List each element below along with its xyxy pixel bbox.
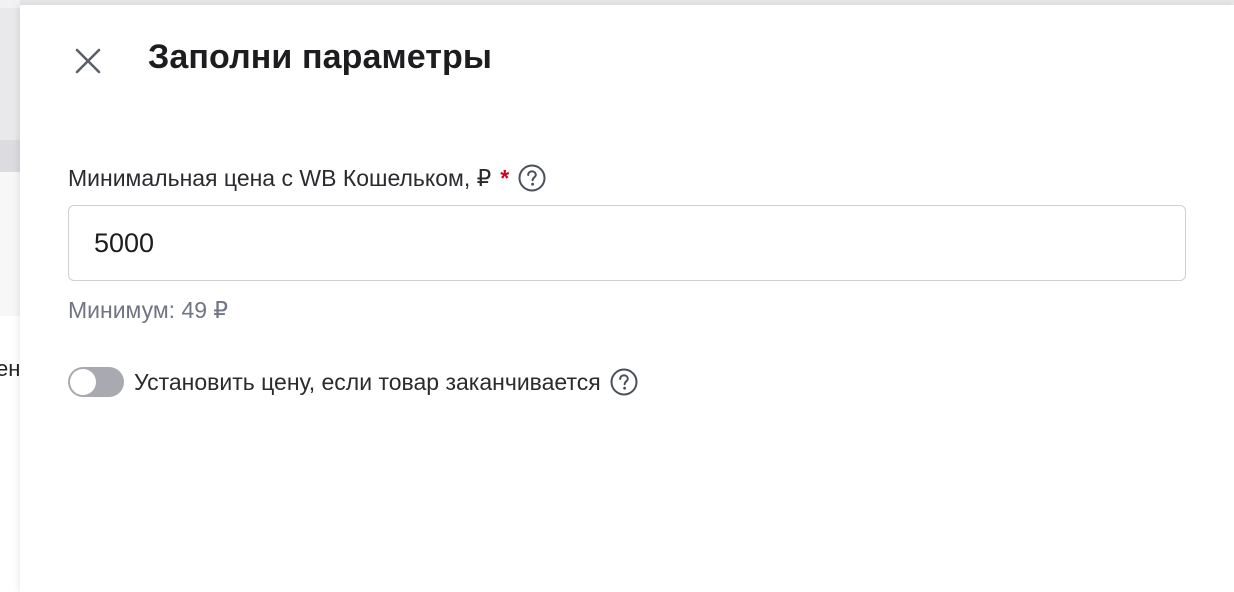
background-strip: [0, 172, 20, 316]
background-page: ен: [0, 0, 20, 592]
question-circle-icon[interactable]: [517, 163, 547, 193]
min-price-label-row: Минимальная цена с WB Кошельком, ₽ *: [68, 163, 547, 193]
background-strip: [0, 0, 20, 8]
min-price-hint: Минимум: 49 ₽: [68, 297, 229, 323]
out-of-stock-toggle-row: Установить цену, если товар заканчиваетс…: [68, 367, 639, 397]
close-icon: [75, 48, 101, 74]
out-of-stock-toggle-label: Установить цену, если товар заканчиваетс…: [134, 368, 601, 395]
required-mark: *: [500, 164, 510, 191]
min-price-input[interactable]: [68, 205, 1186, 281]
background-text-fragment: ен: [0, 356, 20, 381]
parameters-drawer: Заполни параметры Минимальная цена с WB …: [20, 5, 1234, 592]
out-of-stock-toggle[interactable]: [68, 367, 124, 397]
close-button[interactable]: [68, 41, 108, 81]
drawer-title: Заполни параметры: [148, 38, 493, 76]
min-price-label: Минимальная цена с WB Кошельком, ₽: [68, 164, 492, 191]
background-table-header: [0, 140, 20, 172]
toggle-knob: [70, 369, 96, 395]
question-circle-icon[interactable]: [609, 367, 639, 397]
